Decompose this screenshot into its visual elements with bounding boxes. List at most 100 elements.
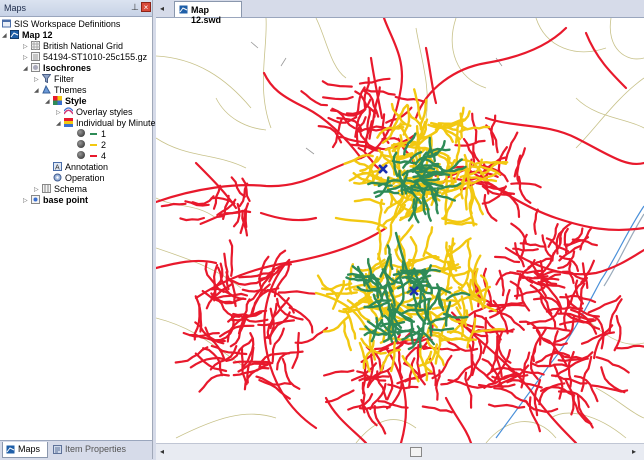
- road-zone-4: [493, 387, 528, 403]
- close-icon[interactable]: ×: [141, 2, 151, 12]
- road-zone-4: [489, 289, 511, 319]
- tree-label-overlay-styles: Overlay styles: [76, 107, 133, 117]
- tab-maps[interactable]: Maps: [2, 442, 48, 458]
- collapse-arrow-icon[interactable]: ▷: [34, 185, 40, 193]
- road-zone-4: [373, 405, 387, 435]
- road-zone-2: [422, 226, 434, 258]
- minor-road: [315, 18, 347, 79]
- panel-tabs: Maps Item Properties: [0, 440, 152, 460]
- style-icon: [53, 96, 62, 105]
- collapse-arrow-icon[interactable]: ▷: [23, 53, 29, 61]
- maps-panel: Maps ⊥ × SIS Workspace Definitions ◢ Map…: [0, 0, 160, 460]
- tree-label-grid: British National Grid: [43, 41, 124, 51]
- road-zone-4: [277, 290, 316, 295]
- tab-map-12-swd[interactable]: Map 12.swd: [174, 1, 242, 25]
- tree-label-base-point: base point: [43, 195, 89, 205]
- minor-road: [355, 419, 417, 443]
- road-zone-4: [533, 208, 539, 235]
- expand-arrow-icon[interactable]: ◢: [23, 64, 29, 72]
- road-zone-4: [414, 26, 568, 120]
- minor-road: [609, 18, 644, 60]
- road-zone-2: [402, 104, 411, 136]
- road-zone-1: [373, 190, 400, 195]
- maps-panel-header: Maps ⊥ ×: [0, 0, 152, 17]
- minor-road: [575, 77, 644, 149]
- minor-road: [215, 97, 267, 131]
- road-zone-4: [614, 344, 644, 350]
- map-icon: [6, 445, 15, 454]
- tree-label-schema: Schema: [54, 184, 88, 194]
- road-zone-4: [198, 373, 230, 393]
- road-zone-4: [444, 396, 473, 443]
- overlay-styles-icon: [64, 107, 73, 115]
- road-zone-2: [423, 350, 433, 382]
- collapse-arrow-icon[interactable]: ▷: [23, 196, 29, 204]
- expand-arrow-icon[interactable]: ◢: [56, 119, 62, 127]
- expand-arrow-icon[interactable]: ◢: [2, 31, 8, 39]
- legend-dot-icon: [77, 151, 85, 159]
- filter-icon: [42, 74, 51, 83]
- dataset-icon: [31, 52, 40, 61]
- themes-icon: [42, 85, 51, 94]
- minor-road: [485, 421, 557, 443]
- legend-swatch-4: [90, 155, 97, 157]
- road-zone-2: [342, 320, 352, 352]
- grid-icon: [31, 41, 40, 50]
- legend-dot-icon: [77, 140, 85, 148]
- map-icon: [179, 5, 188, 14]
- layer-icon: [31, 195, 40, 204]
- maps-panel-title: Maps: [4, 3, 27, 13]
- road-zone-2: [344, 309, 357, 340]
- road-zone-4: [584, 31, 628, 90]
- legend-swatch-1: [90, 133, 97, 135]
- map-view[interactable]: ◂ Map 12.swd ◂ ▸: [156, 0, 644, 460]
- isochrone-zone-4: [156, 18, 644, 443]
- road-zone-4: [182, 331, 220, 338]
- properties-icon: [53, 445, 62, 454]
- road-zone-4: [421, 405, 453, 414]
- road-zone-4: [613, 314, 622, 352]
- tree-label-isochrones: Isochrones: [43, 63, 92, 73]
- minor-road: [575, 97, 644, 129]
- minor-road: [175, 413, 277, 439]
- road-zone-4: [191, 195, 215, 206]
- horizontal-scrollbar[interactable]: ◂ ▸: [156, 443, 644, 460]
- tree-label-operation: Operation: [65, 173, 105, 183]
- road-zone-4: [321, 80, 353, 88]
- expand-arrow-icon[interactable]: ◢: [34, 86, 40, 94]
- minor-road: [535, 18, 607, 52]
- legend-dot-icon: [77, 129, 85, 137]
- road-zone-4: [291, 331, 300, 369]
- road-zone-4: [179, 216, 205, 222]
- minor-road: [595, 387, 644, 419]
- road-zone-4: [503, 192, 521, 218]
- tree-label-workspace: SIS Workspace Definitions: [14, 19, 121, 29]
- tab-maps-label: Maps: [18, 444, 41, 454]
- expand-arrow-icon[interactable]: ◢: [45, 97, 51, 105]
- scroll-right-icon[interactable]: ▸: [632, 447, 636, 456]
- scroll-left-icon[interactable]: ◂: [160, 447, 164, 456]
- workspace-icon: [2, 19, 11, 28]
- pin-icon[interactable]: ⊥: [131, 2, 140, 13]
- road-zone-2: [353, 198, 386, 206]
- scroll-thumb[interactable]: [410, 447, 422, 457]
- map-icon: [10, 30, 19, 39]
- road-zone-4: [263, 261, 318, 430]
- document-tabs: ◂ Map 12.swd: [156, 0, 644, 25]
- map-canvas[interactable]: [156, 18, 644, 443]
- collapse-arrow-icon[interactable]: ▷: [23, 42, 29, 50]
- road-zone-2: [439, 269, 470, 277]
- road-zone-1: [428, 326, 455, 332]
- road-zone-4: [317, 125, 343, 144]
- collapse-arrow-icon[interactable]: ▷: [56, 108, 62, 116]
- minor-road: [156, 247, 242, 289]
- road-zone-4: [477, 383, 516, 389]
- svg-text:A: A: [55, 165, 60, 172]
- tree-label-annotation: Annotation: [65, 162, 109, 172]
- collapse-arrow-icon[interactable]: ▷: [34, 75, 40, 83]
- tab-item-properties[interactable]: Item Properties: [50, 442, 130, 457]
- road-zone-4: [517, 175, 532, 204]
- tab-scroll-left-icon[interactable]: ◂: [160, 4, 164, 13]
- road-zone-2: [460, 106, 465, 139]
- legend-swatch-2: [90, 144, 97, 146]
